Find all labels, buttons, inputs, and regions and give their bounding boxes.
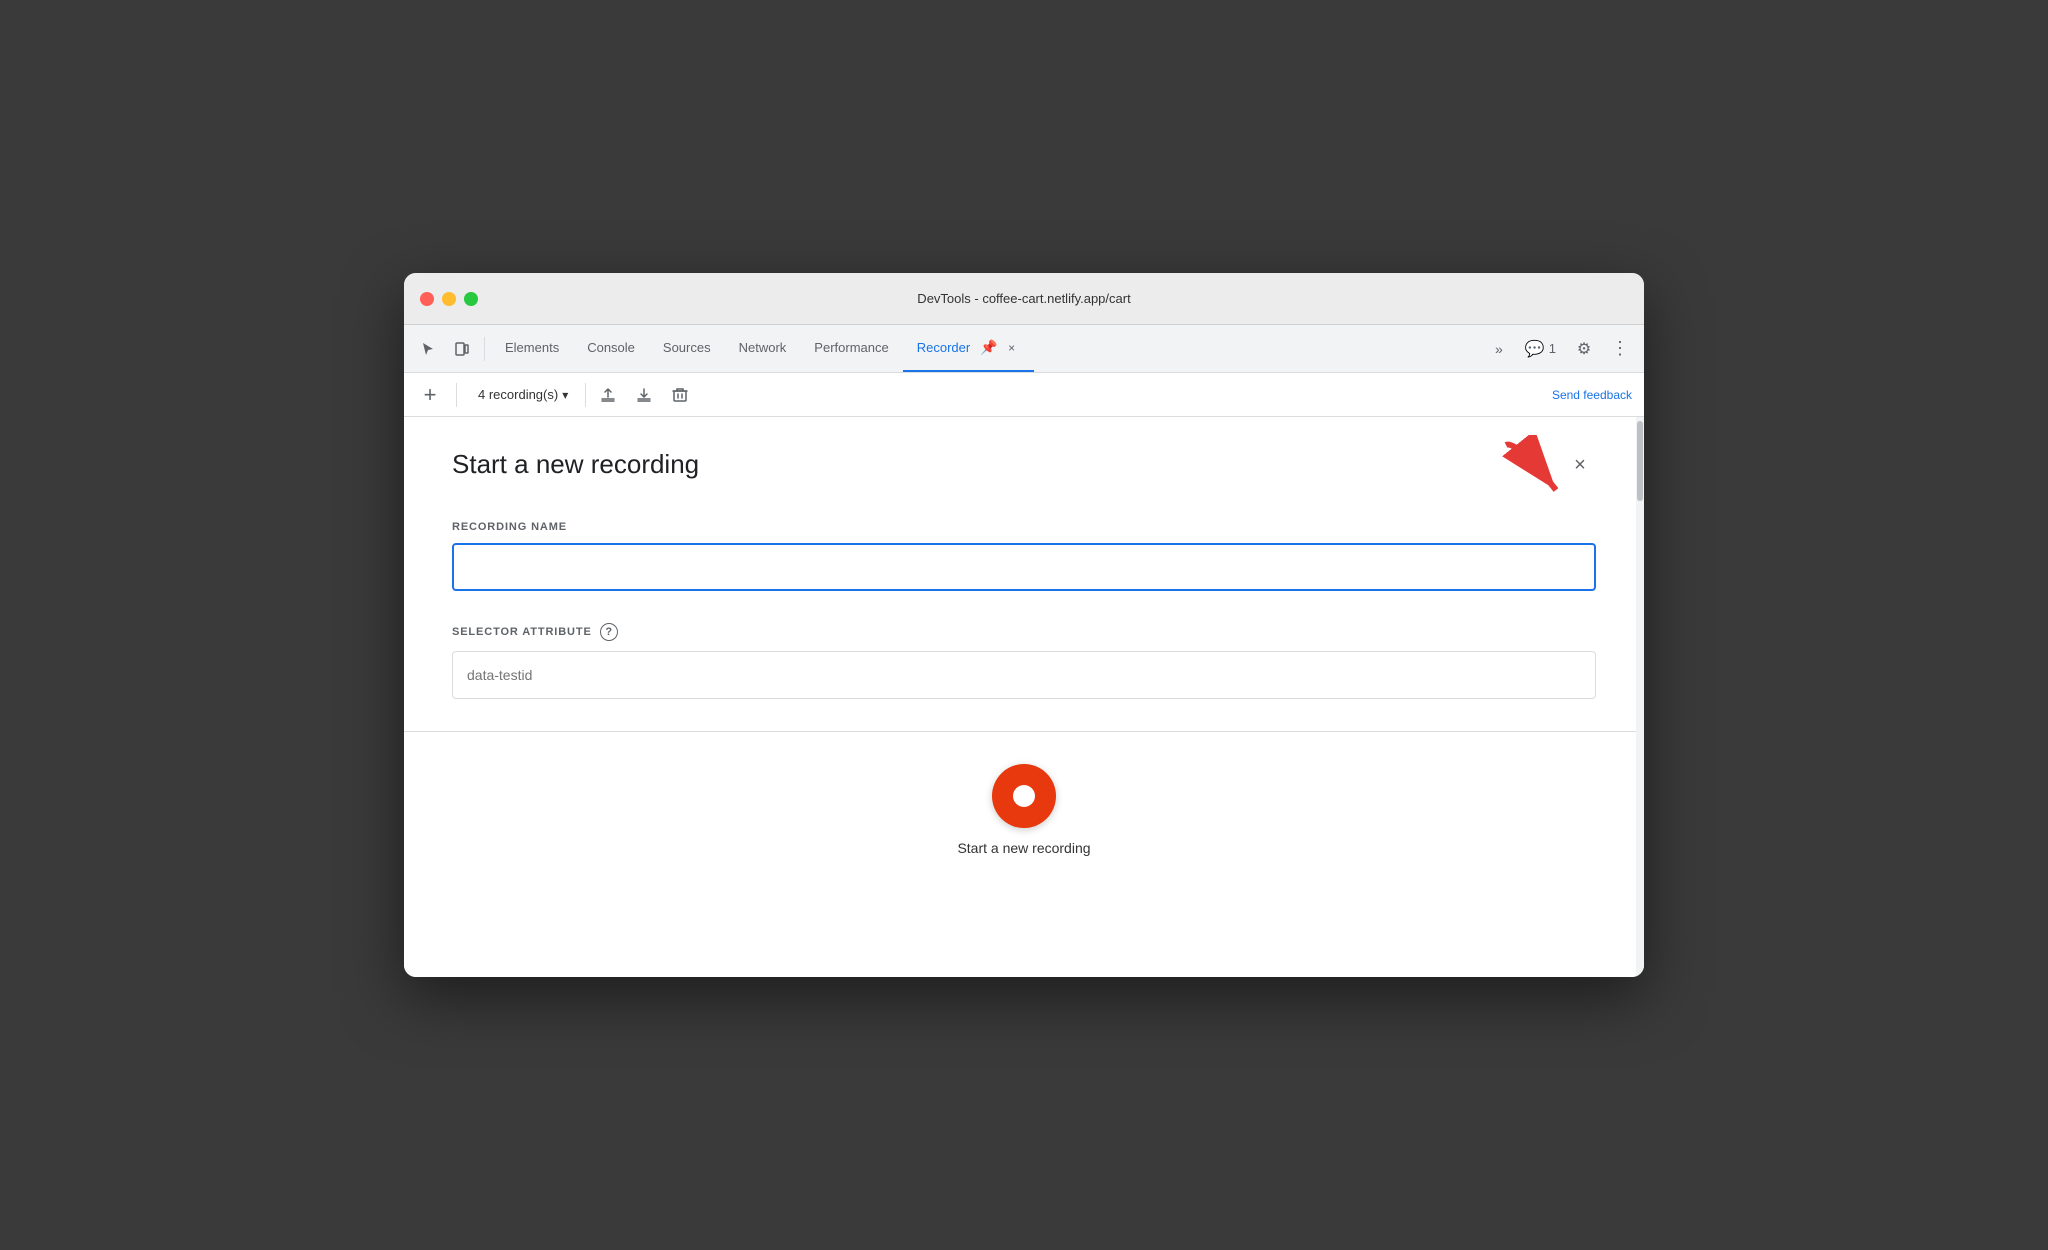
selector-attribute-group: SELECTOR ATTRIBUTE ?: [452, 623, 1596, 699]
more-icon: ⋮: [1611, 338, 1629, 359]
selector-label-row: SELECTOR ATTRIBUTE ?: [452, 623, 1596, 641]
settings-button[interactable]: ⚙: [1568, 333, 1600, 365]
tab-recorder[interactable]: Recorder 📌 ×: [903, 325, 1034, 372]
devtools-toolbar: Elements Console Sources Network Perform…: [404, 325, 1644, 373]
window-title: DevTools - coffee-cart.netlify.app/cart: [917, 291, 1130, 306]
recorder-tab-close-button[interactable]: ×: [1004, 340, 1020, 356]
more-tabs-button[interactable]: »: [1483, 333, 1515, 365]
recording-name-input[interactable]: [452, 543, 1596, 591]
tab-console[interactable]: Console: [573, 325, 649, 372]
cursor-tool-button[interactable]: [412, 333, 444, 365]
download-icon: [636, 387, 652, 403]
form-title: Start a new recording: [452, 449, 699, 480]
recording-name-label: RECORDING NAME: [452, 521, 1596, 533]
form-header: Start a new recording ×: [452, 449, 1596, 481]
selector-attribute-label: SELECTOR ATTRIBUTE: [452, 626, 592, 638]
window-container: Start a new recording × RECORDING NAME S…: [404, 417, 1644, 977]
recorder-toolbar-divider: [456, 383, 457, 407]
recorder-toolbar: + 4 recording(s) ▾: [404, 373, 1644, 417]
device-toggle-button[interactable]: [446, 333, 478, 365]
import-button[interactable]: [630, 381, 658, 409]
minimize-traffic-light[interactable]: [442, 292, 456, 306]
devtools-window: DevTools - coffee-cart.netlify.app/cart …: [404, 273, 1644, 977]
close-icon: ×: [1574, 454, 1586, 477]
tab-elements[interactable]: Elements: [491, 325, 573, 372]
close-traffic-light[interactable]: [420, 292, 434, 306]
tab-list: Elements Console Sources Network Perform…: [491, 325, 1481, 372]
device-icon: [454, 341, 470, 357]
record-dot-icon: [1013, 785, 1035, 807]
selector-help-icon[interactable]: ?: [600, 623, 618, 641]
traffic-lights: [420, 292, 478, 306]
title-bar: DevTools - coffee-cart.netlify.app/cart: [404, 273, 1644, 325]
recording-name-group: RECORDING NAME: [452, 521, 1596, 591]
cursor-icon: [420, 341, 436, 357]
recorder-divider-1: [585, 383, 586, 407]
start-recording-label: Start a new recording: [957, 840, 1090, 856]
record-area: Start a new recording: [452, 732, 1596, 856]
trash-icon: [672, 387, 688, 403]
tab-network[interactable]: Network: [725, 325, 801, 372]
start-recording-button[interactable]: [992, 764, 1056, 828]
toolbar-divider-1: [484, 337, 485, 361]
upload-icon: [600, 387, 616, 403]
selector-attribute-input[interactable]: [452, 651, 1596, 699]
scrollbar-thumb[interactable]: [1637, 421, 1643, 501]
tab-sources[interactable]: Sources: [649, 325, 725, 372]
chat-icon: 💬: [1525, 339, 1545, 359]
notifications-button[interactable]: 💬 1: [1517, 335, 1564, 363]
tab-performance[interactable]: Performance: [800, 325, 902, 372]
recorder-pin-icon: 📌: [980, 339, 997, 356]
form-close-button[interactable]: ×: [1564, 449, 1596, 481]
add-recording-button[interactable]: +: [416, 381, 444, 409]
toolbar-right: 💬 1 ⚙ ⋮: [1517, 333, 1636, 365]
more-options-button[interactable]: ⋮: [1604, 333, 1636, 365]
scrollbar[interactable]: [1636, 417, 1644, 977]
maximize-traffic-light[interactable]: [464, 292, 478, 306]
send-feedback-link[interactable]: Send feedback: [1552, 388, 1632, 402]
dropdown-chevron-icon: ▾: [562, 388, 568, 402]
recording-selector[interactable]: 4 recording(s) ▾: [469, 382, 577, 407]
delete-recording-button[interactable]: [666, 381, 694, 409]
settings-icon: ⚙: [1577, 339, 1591, 359]
main-content: Start a new recording × RECORDING NAME S…: [404, 417, 1644, 977]
export-button[interactable]: [594, 381, 622, 409]
